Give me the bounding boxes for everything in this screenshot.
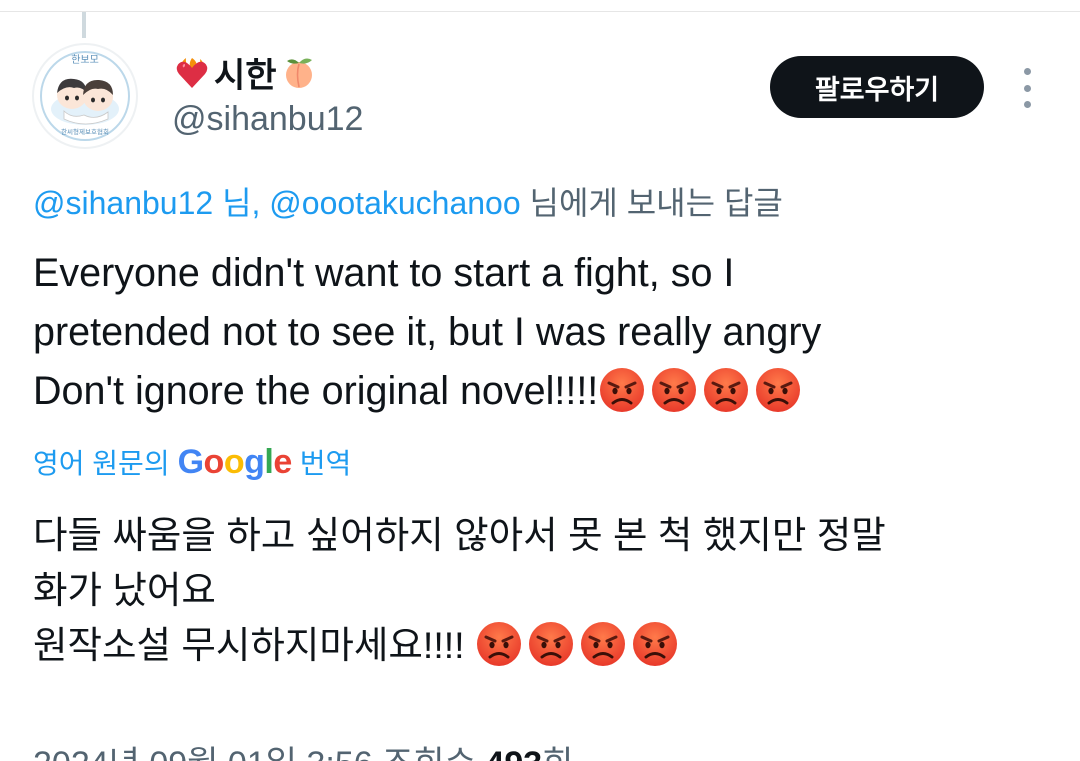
tweet-line-text: Don't ignore the original novel!!!!: [33, 369, 599, 413]
translation-suffix: 번역: [299, 448, 352, 479]
tweet-body: Everyone didn't want to start a fight, s…: [33, 244, 1043, 421]
angry-face-icon: [754, 366, 802, 414]
reply-separator: 님,: [213, 185, 270, 221]
thread-connector-line: [82, 12, 86, 38]
tweet-date[interactable]: 2024년 09월 01일: [33, 745, 297, 761]
translated-line: 화가 났어요: [33, 569, 216, 611]
top-divider: [0, 11, 1080, 12]
author-display-name-text: 시한: [214, 56, 277, 95]
angry-face-icon: [527, 620, 575, 668]
more-dot: [1023, 101, 1031, 108]
more-dot: [1023, 68, 1031, 75]
views-label: 조회수: [382, 745, 476, 761]
more-vertical-icon[interactable]: [1014, 68, 1040, 108]
angry-emoji-row: [475, 620, 679, 668]
translated-line-last: 원작소설 무시하지마세요!!!!: [33, 618, 1043, 673]
peach-icon: [279, 52, 319, 92]
reply-mention-link[interactable]: @sihanbu12: [33, 185, 213, 221]
more-dot: [1023, 84, 1031, 92]
translation-attribution[interactable]: 영어 원문의 Google 번역: [33, 440, 351, 484]
reply-mention-link[interactable]: @oootakuchanoo: [269, 185, 520, 221]
avatar[interactable]: 한보모 한씨형제보호협회: [32, 43, 138, 149]
translated-body: 다들 싸움을 하고 싶어하지 않아서 못 본 척 했지만 정말 화가 났어요 원…: [33, 508, 1043, 673]
angry-face-icon: [475, 620, 523, 668]
avatar-bottom-text: 한씨형제보호협회: [61, 127, 109, 136]
translated-line-text: 원작소설 무시하지마세요!!!!: [33, 624, 465, 666]
author-display-name[interactable]: 시한: [172, 50, 319, 95]
avatar-top-text: 한보모: [71, 54, 99, 66]
tweet-line-last: Don't ignore the original novel!!!!: [33, 362, 1043, 421]
follow-button[interactable]: 팔로우하기: [770, 56, 984, 118]
avatar-illustration: 한보모 한씨형제보호협회: [35, 46, 135, 146]
reply-context-suffix: 님에게 보내는 답글: [520, 185, 783, 221]
heart-on-fire-icon: [172, 52, 212, 92]
angry-face-icon: [702, 366, 750, 414]
tweet-line: Everyone didn't want to start a fight, s…: [33, 251, 735, 295]
views-count: 493: [485, 745, 542, 761]
google-logo-icon: Google: [177, 442, 293, 481]
translation-prefix: 영어 원문의: [33, 448, 170, 479]
angry-face-icon: [650, 366, 698, 414]
tweet-time[interactable]: 3:56: [306, 745, 372, 761]
tweet-meta: 2024년 09월 01일 3:56 조회수 493회: [33, 736, 573, 761]
angry-face-icon: [631, 620, 679, 668]
angry-emoji-row: [598, 366, 802, 414]
author-handle[interactable]: @sihanbu12: [172, 100, 363, 139]
reply-context: @sihanbu12 님, @oootakuchanoo 님에게 보내는 답글: [33, 178, 783, 224]
tweet-page: 한보모 한씨형제보호협회 시한 @sihanbu12 팔로우하기 @sihanb…: [0, 0, 1080, 761]
angry-face-icon: [598, 366, 646, 414]
translated-line: 다들 싸움을 하고 싶어하지 않아서 못 본 척 했지만 정말: [33, 514, 886, 556]
views-unit: 회: [542, 745, 573, 761]
tweet-line: pretended not to see it, but I was reall…: [33, 310, 822, 354]
angry-face-icon: [579, 620, 627, 668]
